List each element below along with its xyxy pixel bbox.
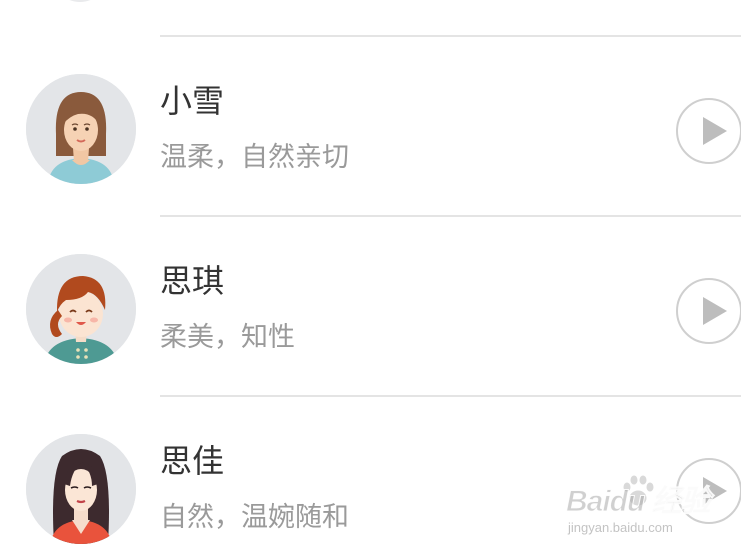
woman-brown-hair-avatar-icon [26, 74, 136, 184]
voice-description: 柔美，知性 [160, 322, 295, 353]
play-button[interactable] [676, 278, 741, 344]
voice-item-sijia[interactable]: 思佳 自然，温婉随和 [0, 397, 741, 556]
voice-item-siqi[interactable]: 思琪 柔美，知性 [0, 217, 741, 395]
voice-description: 温柔，自然亲切 [160, 142, 349, 173]
voice-name: 思琪 [160, 262, 225, 300]
voice-name: 小雪 [160, 82, 225, 120]
play-icon [703, 297, 727, 325]
play-button[interactable] [676, 98, 741, 164]
play-icon [703, 477, 727, 505]
play-icon [703, 117, 727, 145]
voice-item-xiaoxue[interactable]: 小雪 温柔，自然亲切 [0, 37, 741, 215]
woman-long-dark-hair-avatar-icon [26, 434, 136, 544]
play-button[interactable] [676, 458, 741, 524]
voice-description: 自然，温婉随和 [160, 502, 349, 533]
voice-name: 思佳 [160, 442, 225, 480]
voice-selection-screen: 小雪 温柔，自然亲切 思琪 柔美，知性 思佳 自然，温婉随和 Baidu 经验 … [0, 0, 741, 556]
previous-avatar-peek [52, 0, 108, 2]
smiling-girl-ponytail-avatar-icon [26, 254, 136, 364]
